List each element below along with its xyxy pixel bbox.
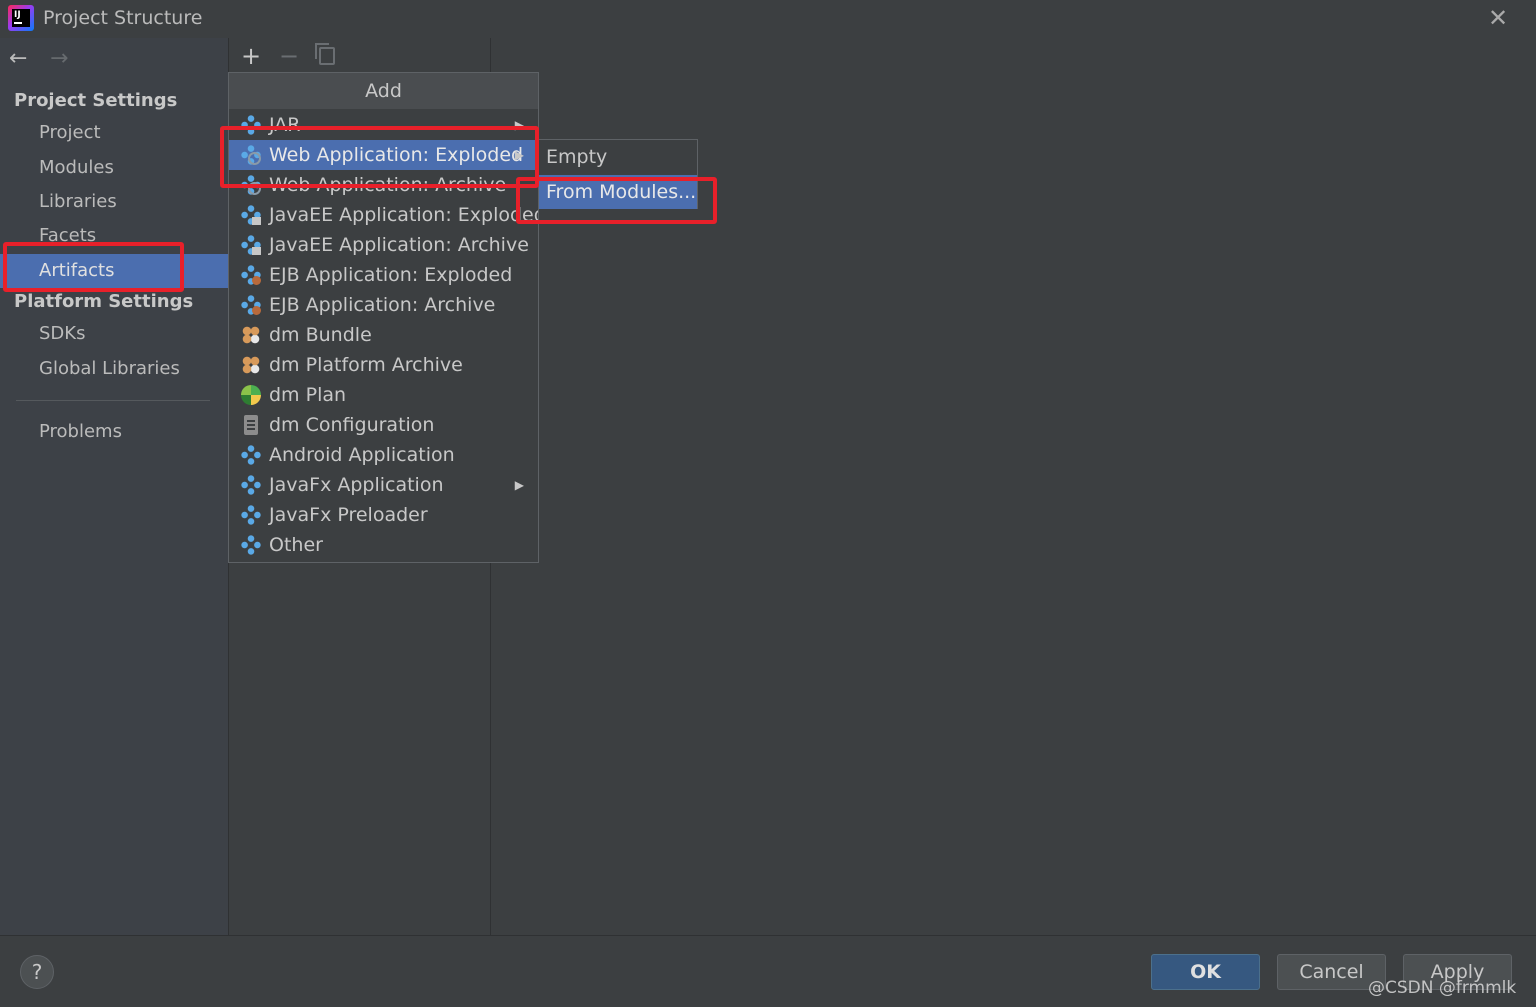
menu-item-label: dm Plan (269, 384, 347, 406)
sidebar-divider (16, 400, 210, 401)
menu-item-dm-plan[interactable]: dm Plan (229, 380, 538, 410)
watermark-text: @CSDN @frmmlk (1368, 978, 1517, 998)
menu-item-label: dm Configuration (269, 414, 435, 436)
sidebar-item-sdks[interactable]: SDKs (0, 317, 228, 351)
intellij-logo-icon: IJ (8, 5, 34, 31)
menu-item-javafx-preloader[interactable]: JavaFx Preloader (229, 500, 538, 530)
artifact-icon (241, 445, 261, 465)
copy-icon[interactable] (315, 43, 335, 65)
project-settings-header: Project Settings (14, 90, 178, 111)
menu-item-label: JavaEE Application: Exploded (269, 204, 538, 226)
sidebar-item-problems[interactable]: Problems (0, 415, 228, 449)
plus-icon[interactable]: + (241, 44, 261, 68)
javaee-artifact-icon (241, 235, 261, 255)
menu-item-javafx-application[interactable]: JavaFx Application ▶ (229, 470, 538, 500)
popup-title: Add (229, 73, 538, 109)
annotation-highlight-artifacts (3, 242, 184, 292)
menu-item-label: dm Bundle (269, 324, 372, 346)
menu-item-javaee-application-archive[interactable]: JavaEE Application: Archive (229, 230, 538, 260)
bundle-icon (241, 325, 261, 345)
annotation-highlight-from-modules (516, 177, 717, 224)
submenu-arrow-icon: ▶ (514, 478, 524, 492)
help-button[interactable]: ? (20, 955, 54, 989)
menu-item-label: EJB Application: Exploded (269, 264, 513, 286)
ok-button[interactable]: OK (1151, 954, 1260, 990)
platform-settings-header: Platform Settings (14, 291, 194, 312)
menu-item-label: dm Platform Archive (269, 354, 463, 376)
artifact-icon (241, 535, 261, 555)
back-arrow-icon[interactable]: ← (9, 46, 27, 71)
settings-sidebar: ← → Project Settings Project Modules Lib… (0, 38, 228, 935)
close-icon[interactable]: ✕ (1486, 6, 1510, 30)
menu-item-android-application[interactable]: Android Application (229, 440, 538, 470)
menu-item-label: JavaEE Application: Archive (269, 234, 529, 256)
artifact-icon (241, 505, 261, 525)
plan-icon (241, 385, 261, 405)
menu-item-other[interactable]: Other (229, 530, 538, 560)
menu-item-dm-platform-archive[interactable]: dm Platform Archive (229, 350, 538, 380)
window-title: Project Structure (43, 7, 203, 29)
dialog-footer: ? OK Cancel Apply @CSDN @frmmlk (0, 935, 1536, 1007)
ejb-artifact-icon (241, 265, 261, 285)
menu-item-label: JavaFx Application (269, 474, 444, 496)
forward-arrow-icon[interactable]: → (50, 46, 68, 71)
menu-item-ejb-application-archive[interactable]: EJB Application: Archive (229, 290, 538, 320)
submenu-item-empty[interactable]: Empty (539, 140, 697, 174)
minus-icon[interactable]: − (279, 44, 299, 68)
menu-item-dm-bundle[interactable]: dm Bundle (229, 320, 538, 350)
config-file-icon (244, 415, 258, 435)
menu-item-javaee-application-exploded[interactable]: JavaEE Application: Exploded (229, 200, 538, 230)
sidebar-item-global-libraries[interactable]: Global Libraries (0, 352, 228, 386)
menu-item-ejb-application-exploded[interactable]: EJB Application: Exploded (229, 260, 538, 290)
bundle-icon (241, 355, 261, 375)
annotation-highlight-web-exploded (220, 126, 539, 188)
title-bar: IJ Project Structure ✕ (0, 0, 1536, 38)
artifact-icon (241, 475, 261, 495)
menu-item-dm-configuration[interactable]: dm Configuration (229, 410, 538, 440)
menu-item-label: Other (269, 534, 323, 556)
menu-item-label: JavaFx Preloader (269, 504, 428, 526)
sidebar-item-libraries[interactable]: Libraries (0, 185, 228, 219)
sidebar-item-modules[interactable]: Modules (0, 151, 228, 185)
ejb-artifact-icon (241, 295, 261, 315)
menu-item-label: Android Application (269, 444, 455, 466)
javaee-artifact-icon (241, 205, 261, 225)
menu-item-label: EJB Application: Archive (269, 294, 496, 316)
sidebar-item-project[interactable]: Project (0, 116, 228, 150)
